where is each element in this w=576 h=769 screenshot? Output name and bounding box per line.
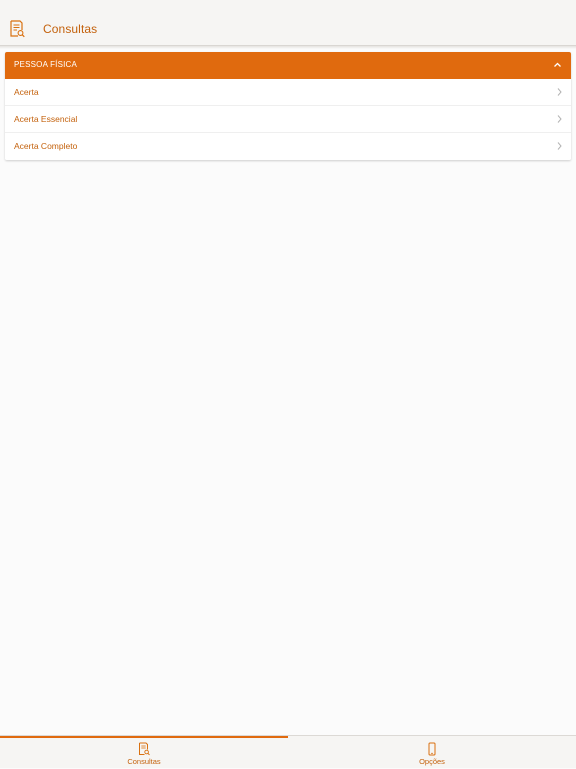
chevron-right-icon — [557, 115, 562, 123]
document-search-icon — [139, 742, 150, 756]
page-title: Consultas — [43, 22, 98, 36]
status-bar — [0, 0, 576, 10]
chevron-up-icon — [554, 62, 561, 67]
consultas-panel: PESSOA FÍSICA Acerta Acerta Essencial Ac… — [5, 52, 571, 160]
tab-consultas[interactable]: Consultas — [0, 738, 288, 769]
phone-icon — [428, 742, 436, 756]
tab-opcoes[interactable]: Opções — [288, 738, 576, 769]
chevron-right-icon — [557, 142, 562, 150]
nav-bar: Consultas — [0, 10, 576, 46]
list-item-acerta-essencial[interactable]: Acerta Essencial — [5, 106, 571, 133]
section-title: PESSOA FÍSICA — [14, 60, 78, 69]
list-item-acerta[interactable]: Acerta — [5, 79, 571, 106]
document-search-icon — [10, 20, 25, 38]
section-header-pessoa-fisica[interactable]: PESSOA FÍSICA — [5, 52, 571, 79]
list-item-label: Acerta — [14, 87, 39, 97]
header-divider — [0, 46, 576, 49]
tab-label: Opções — [419, 757, 445, 766]
list-item-label: Acerta Essencial — [14, 114, 78, 124]
tab-bar: Consultas Opções — [0, 735, 576, 768]
list-item-acerta-completo[interactable]: Acerta Completo — [5, 133, 571, 160]
chevron-right-icon — [557, 88, 562, 96]
list-item-label: Acerta Completo — [14, 141, 78, 151]
tab-label: Consultas — [127, 757, 161, 766]
